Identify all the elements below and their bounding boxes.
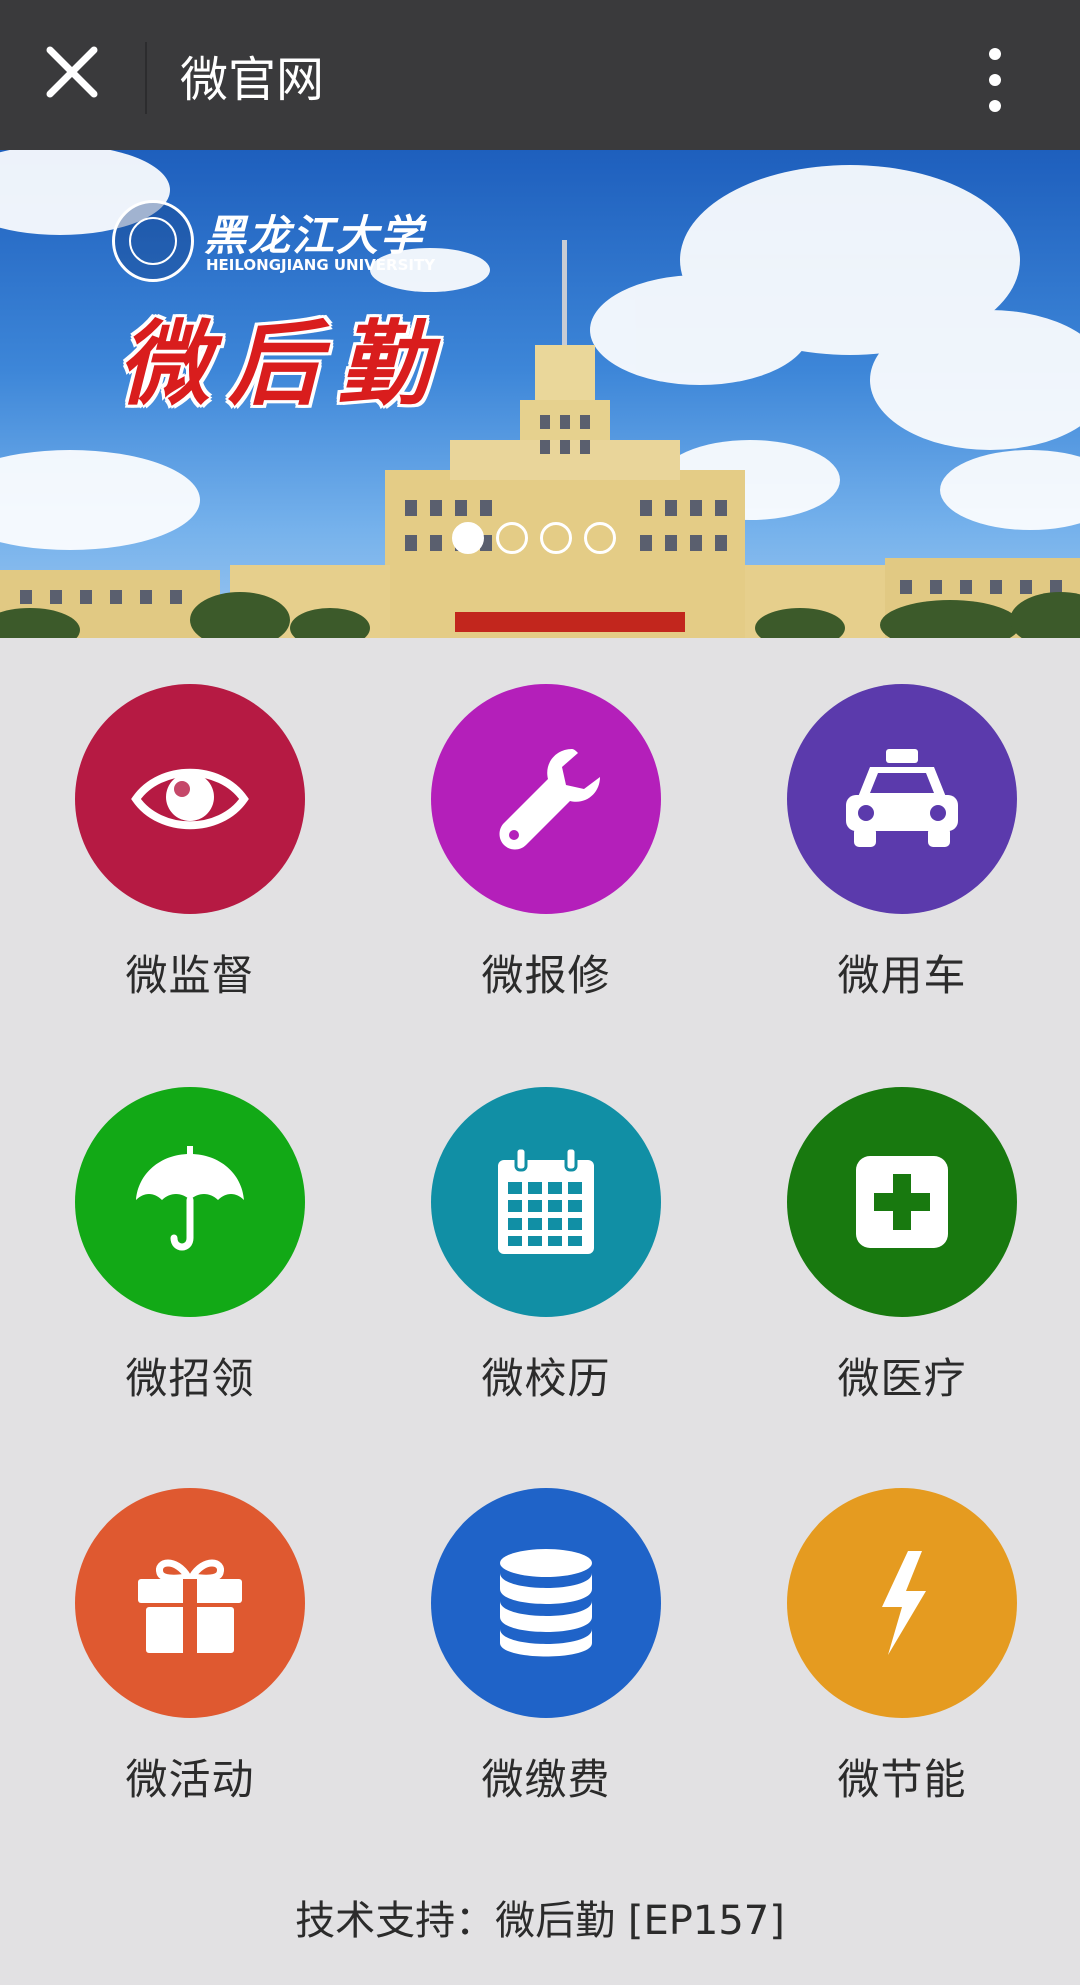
- medical-kit-icon: [856, 1156, 948, 1248]
- banner-slogan: 微后勤: [118, 310, 449, 418]
- tile-icon-circle: [75, 1087, 305, 1317]
- tile-medical[interactable]: 微医疗: [752, 1087, 1052, 1407]
- calendar-icon: [498, 1146, 594, 1254]
- carousel-dot[interactable]: [496, 522, 528, 554]
- tile-supervision[interactable]: 微监督: [40, 684, 340, 1004]
- tile-label: 微活动: [125, 1755, 255, 1804]
- university-logo: 黑龙江大学 HEILONGJIANG UNIVERSITY: [112, 200, 435, 282]
- tile-activity[interactable]: 微活动: [40, 1488, 340, 1808]
- umbrella-icon: [136, 1146, 244, 1251]
- tile-icon-circle: [787, 1087, 1017, 1317]
- tile-icon-circle: [787, 684, 1017, 914]
- university-seal-icon: [112, 200, 194, 282]
- tile-label: 微医疗: [837, 1354, 967, 1403]
- close-icon: [46, 46, 98, 98]
- eye-icon: [131, 768, 249, 830]
- tile-calendar[interactable]: 微校历: [396, 1087, 696, 1407]
- tile-icon-circle: [431, 1087, 661, 1317]
- lightning-icon: [882, 1551, 926, 1655]
- taxi-icon: [846, 749, 958, 847]
- footer-tech-support: 技术支持：微后勤 [EP157]: [295, 1898, 785, 1944]
- tile-label: 微校历: [481, 1354, 611, 1403]
- gift-icon: [138, 1559, 242, 1653]
- tile-label: 微监督: [125, 951, 255, 1000]
- tile-label: 微节能: [837, 1755, 967, 1804]
- carousel-dot[interactable]: [584, 522, 616, 554]
- more-button[interactable]: [965, 40, 1025, 120]
- tile-lost-found[interactable]: 微招领: [40, 1087, 340, 1407]
- database-icon: [500, 1549, 592, 1657]
- tile-energy[interactable]: 微节能: [752, 1488, 1052, 1808]
- tile-icon-circle: [75, 1488, 305, 1718]
- tile-label: 微报修: [481, 951, 611, 1000]
- wrench-icon: [499, 749, 600, 850]
- tile-payment[interactable]: 微缴费: [396, 1488, 696, 1808]
- tile-icon-circle: [431, 1488, 661, 1718]
- banner-carousel[interactable]: 黑龙江大学 HEILONGJIANG UNIVERSITY 微后勤: [0, 150, 1080, 638]
- carousel-indicator: [452, 522, 616, 556]
- title-bar: 微官网: [0, 0, 1080, 150]
- tile-label: 微缴费: [481, 1755, 611, 1804]
- close-button[interactable]: [40, 40, 104, 104]
- title-divider: [145, 42, 147, 114]
- tile-vehicle[interactable]: 微用车: [752, 684, 1052, 1004]
- tile-icon-circle: [787, 1488, 1017, 1718]
- more-vertical-icon: [989, 48, 1001, 112]
- tile-label: 微用车: [837, 951, 967, 1000]
- logo-english-name: HEILONGJIANG UNIVERSITY: [206, 256, 436, 274]
- tile-icon-circle: [75, 684, 305, 914]
- tile-label: 微招领: [125, 1354, 255, 1403]
- logo-chinese-name: 黑龙江大学: [204, 211, 425, 260]
- tile-icon-circle: [431, 684, 661, 914]
- tile-repair[interactable]: 微报修: [396, 684, 696, 1004]
- carousel-dot[interactable]: [540, 522, 572, 554]
- page-title: 微官网: [180, 52, 325, 108]
- carousel-dot[interactable]: [452, 522, 484, 554]
